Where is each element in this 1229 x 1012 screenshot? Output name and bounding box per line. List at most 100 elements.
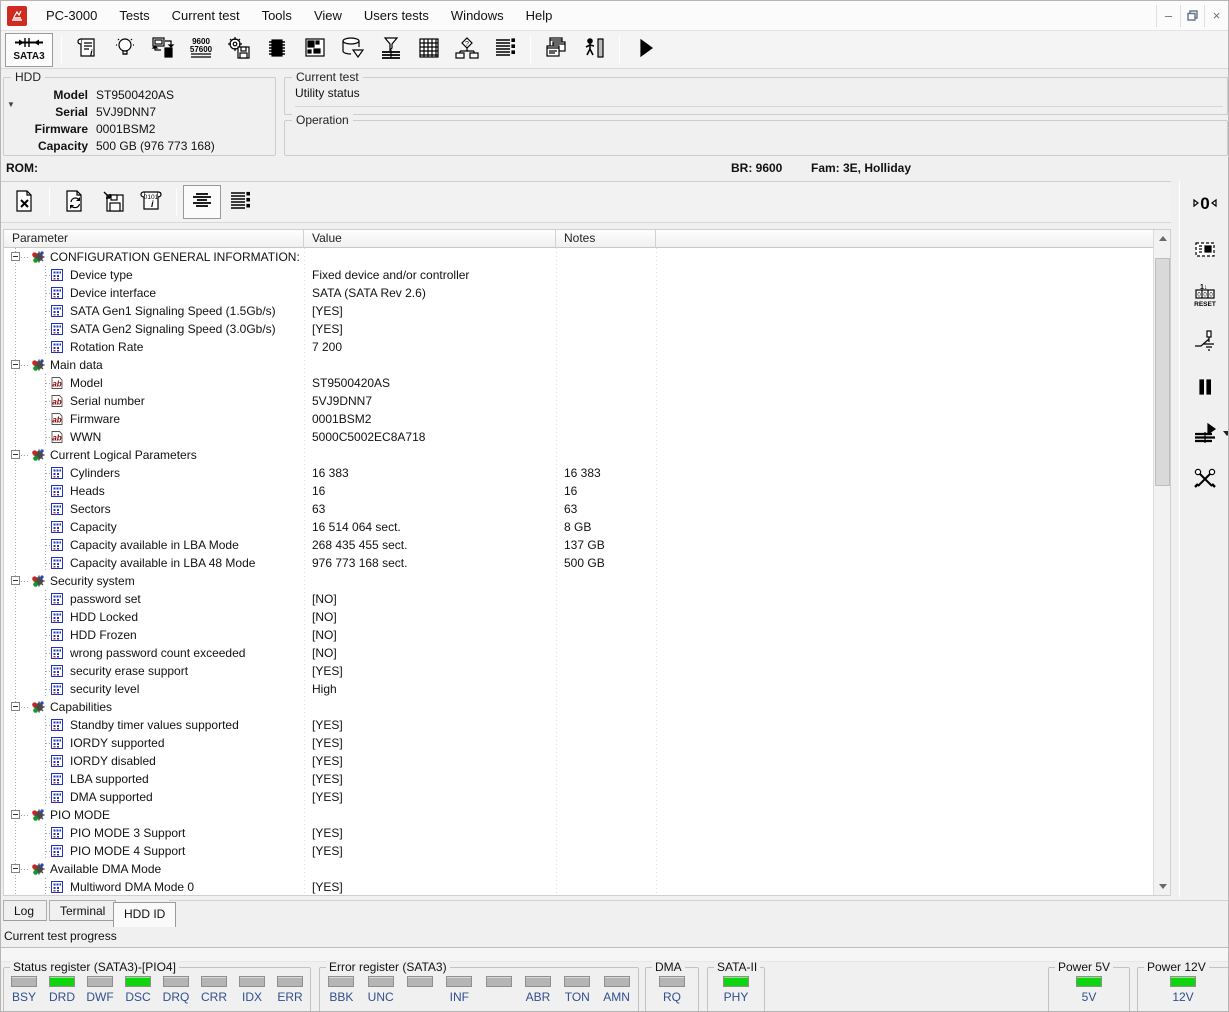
tab-hdd-id[interactable]: HDD ID (113, 902, 177, 927)
tree-section-row[interactable]: Available DMA Mode (4, 860, 1153, 878)
column-header-value[interactable]: Value (304, 230, 556, 248)
column-header-notes[interactable]: Notes (556, 230, 656, 248)
script-info-button[interactable]: 0101 i (132, 185, 170, 219)
tools-button[interactable] (1185, 461, 1225, 499)
minimize-icon[interactable]: – (1156, 4, 1180, 27)
tree-item-row[interactable]: IORDY disabled [YES] (4, 752, 1153, 770)
value-cell: ST9500420AS (312, 376, 391, 390)
tree-item-row[interactable]: PIO MODE 4 Support [YES] (4, 842, 1153, 860)
scroll-up-button[interactable] (1154, 230, 1171, 247)
tree-item-row[interactable]: SATA Gen1 Signaling Speed (1.5Gb/s) [YES] (4, 302, 1153, 320)
tree-item-row[interactable]: Cylinders 16 383 16 383 (4, 464, 1153, 482)
tab-log[interactable]: Log (3, 900, 47, 921)
tree-section-row[interactable]: Security system (4, 572, 1153, 590)
pause-button[interactable] (1185, 369, 1225, 407)
tree-item-row[interactable]: HDD Locked [NO] (4, 608, 1153, 626)
tree-item-row[interactable]: ab Serial number 5VJ9DNN7 (4, 392, 1153, 410)
pc-swap-button[interactable] (144, 33, 182, 67)
tree-section-row[interactable]: Capabilities (4, 698, 1153, 716)
tree-item-row[interactable]: Heads 16 16 (4, 482, 1153, 500)
menu-item-view[interactable]: View (303, 1, 353, 31)
tree-item-row[interactable]: Rotation Rate 7 200 (4, 338, 1153, 356)
power-relay-button[interactable] (1185, 323, 1225, 361)
tree-item-row[interactable]: SATA Gen2 Signaling Speed (3.0Gb/s) [YES] (4, 320, 1153, 338)
tree-section-row[interactable]: CONFIGURATION GENERAL INFORMATION: (4, 248, 1153, 266)
gear-floppy-button[interactable] (220, 33, 258, 67)
menu-item-tools[interactable]: Tools (251, 1, 303, 31)
column-header-parameter[interactable]: Parameter (4, 230, 304, 248)
flowchart-button[interactable]: ? (448, 33, 486, 67)
tree-item-row[interactable]: HDD Frozen [NO] (4, 626, 1153, 644)
tree-item-row[interactable]: Device type Fixed device and/or controlle… (4, 266, 1153, 284)
menu-item-help[interactable]: Help (515, 1, 564, 31)
menu-item-tests[interactable]: Tests (108, 1, 160, 31)
tree-item-row[interactable]: Capacity available in LBA 48 Mode 976 773… (4, 554, 1153, 572)
tree-item-row[interactable]: ab WWN 5000C5002EC8A718 (4, 428, 1153, 446)
dropdown-arrow-icon[interactable] (1223, 431, 1228, 436)
chip-button[interactable] (258, 33, 296, 67)
tree-section-row[interactable]: PIO MODE (4, 806, 1153, 824)
collapse-icon[interactable] (11, 864, 20, 873)
start-test-button[interactable] (1185, 415, 1228, 453)
vertical-scrollbar[interactable] (1153, 230, 1170, 895)
tree-item-row[interactable]: ab Firmware 0001BSM2 (4, 410, 1153, 428)
collapse-icon[interactable] (11, 702, 20, 711)
surface-grid-button[interactable] (410, 33, 448, 67)
heads-funnel-button[interactable] (372, 33, 410, 67)
windows-cascade-button[interactable] (537, 33, 575, 67)
tree-item-row[interactable]: Multiword DMA Mode 0 [YES] (4, 878, 1153, 895)
device-port-button[interactable]: SATA3 (5, 32, 53, 67)
collapse-icon[interactable] (11, 252, 20, 261)
report-list-button[interactable] (486, 33, 524, 67)
led-12v: 12V (1165, 976, 1201, 1004)
tree-item-row[interactable]: Device interface SATA (SATA Rev 2.6) (4, 284, 1153, 302)
binary-param-icon (50, 772, 64, 786)
database-button[interactable] (334, 33, 372, 67)
tree-item-row[interactable]: Capacity 16 514 064 sect. 8 GB (4, 518, 1153, 536)
tree-guide (15, 302, 16, 320)
bulb-button[interactable] (106, 33, 144, 67)
tree-item-row[interactable]: LBA supported [YES] (4, 770, 1153, 788)
close-icon[interactable]: × (1204, 4, 1228, 27)
tree-section-row[interactable]: Current Logical Parameters (4, 446, 1153, 464)
collapse-icon[interactable] (11, 450, 20, 459)
tree-item-row[interactable]: wrong password count exceeded [NO] (4, 644, 1153, 662)
partition-button[interactable] (296, 33, 334, 67)
play-button[interactable] (626, 33, 664, 67)
save-page-button[interactable] (94, 185, 132, 219)
scrollbar-thumb[interactable] (1155, 258, 1170, 486)
refresh-page-button[interactable] (56, 185, 94, 219)
tab-terminal[interactable]: Terminal (49, 900, 117, 921)
clear-page-button[interactable] (5, 185, 43, 219)
restore-icon[interactable] (1180, 4, 1204, 27)
exit-man-button[interactable] (575, 33, 613, 67)
collapse-icon[interactable] (11, 360, 20, 369)
tree-item-row[interactable]: security level High (4, 680, 1153, 698)
zero-jumper-button[interactable]: 0 (1185, 185, 1225, 223)
reset-counter-button[interactable]: 1↓ 0 0 0 RESET (1185, 277, 1225, 315)
tree-item-row[interactable]: IORDY supported [YES] (4, 734, 1153, 752)
view-center-button[interactable] (183, 185, 221, 219)
tree-item-row[interactable]: Sectors 63 63 (4, 500, 1153, 518)
tree-item-row[interactable]: Standby timer values supported [YES] (4, 716, 1153, 734)
collapse-icon[interactable] (11, 810, 20, 819)
value-cell: [YES] (312, 304, 343, 318)
tree-section-row[interactable]: Main data (4, 356, 1153, 374)
info-scroll-button[interactable]: i (68, 33, 106, 67)
menu-item-pc-3000[interactable]: PC-3000 (35, 1, 108, 31)
scroll-down-button[interactable] (1154, 878, 1171, 895)
tree-item-row[interactable]: security erase support [YES] (4, 662, 1153, 680)
menu-item-windows[interactable]: Windows (440, 1, 515, 31)
chip-board-button[interactable] (1185, 231, 1225, 269)
tree-item-row[interactable]: Capacity available in LBA Mode 268 435 45… (4, 536, 1153, 554)
menu-item-current-test[interactable]: Current test (161, 1, 251, 31)
menu-item-users-tests[interactable]: Users tests (353, 1, 440, 31)
tree-item-row[interactable]: ab Model ST9500420AS (4, 374, 1153, 392)
status-group-3: SATA-II PHY (707, 960, 765, 1011)
tree-item-row[interactable]: password set [NO] (4, 590, 1153, 608)
collapse-icon[interactable] (11, 576, 20, 585)
view-detail-button[interactable] (221, 185, 259, 219)
tree-item-row[interactable]: DMA supported [YES] (4, 788, 1153, 806)
baud-rate-button[interactable]: 9600 57600 (182, 33, 220, 67)
tree-item-row[interactable]: PIO MODE 3 Support [YES] (4, 824, 1153, 842)
